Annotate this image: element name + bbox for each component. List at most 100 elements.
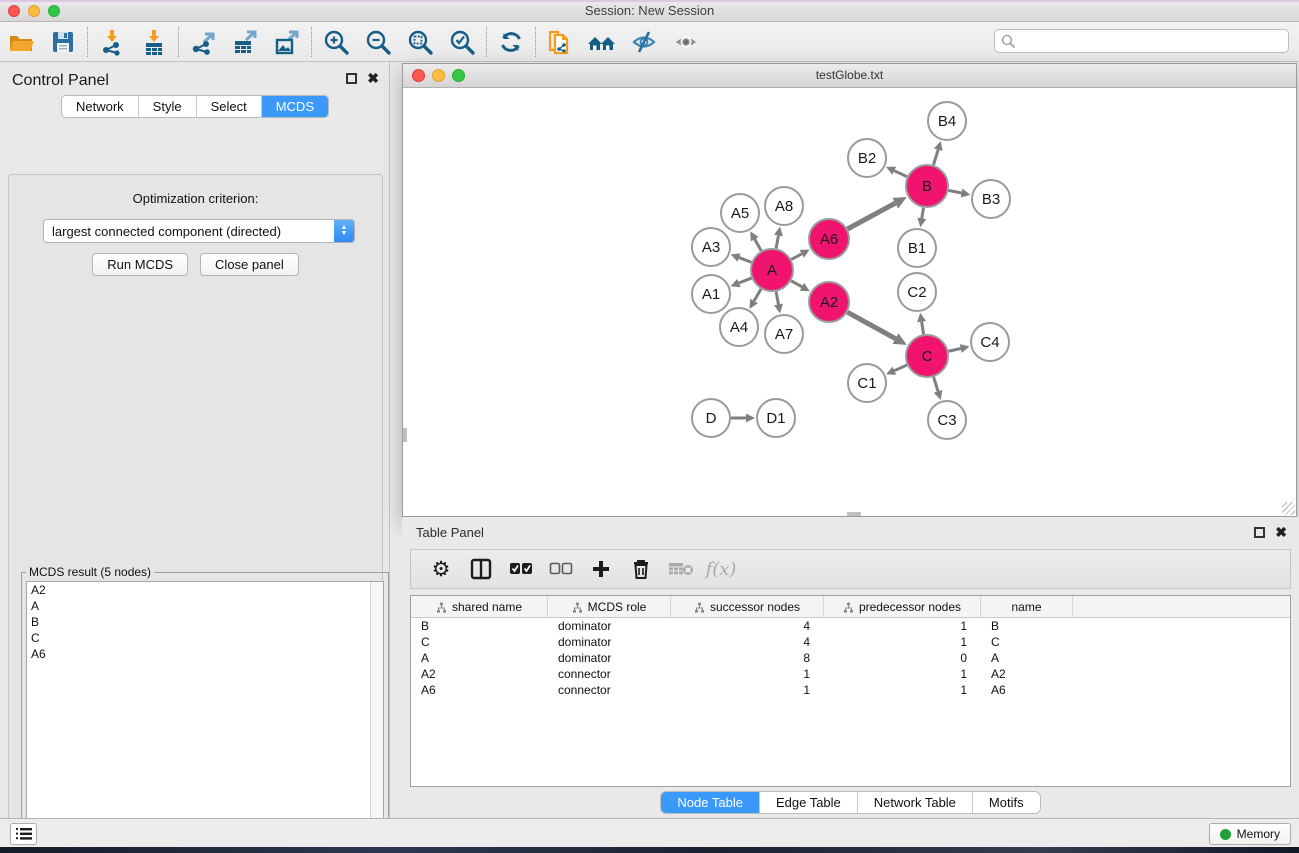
function-builder-button[interactable]: f(x) bbox=[703, 553, 739, 585]
split-columns-button[interactable] bbox=[463, 553, 499, 585]
edge-B-B4[interactable] bbox=[933, 150, 938, 165]
tab-network-table[interactable]: Network Table bbox=[858, 792, 973, 813]
search-input[interactable] bbox=[1016, 34, 1288, 48]
table-cell[interactable]: 1 bbox=[671, 682, 824, 698]
deselect-all-button[interactable] bbox=[543, 553, 579, 585]
tab-style[interactable]: Style bbox=[139, 96, 197, 117]
table-cell[interactable]: 1 bbox=[824, 618, 981, 634]
table-cell[interactable]: C bbox=[981, 634, 1073, 650]
table-cell[interactable]: 1 bbox=[824, 666, 981, 682]
table-row[interactable]: A6connector11A6 bbox=[411, 682, 1290, 698]
zoom-selected-button[interactable] bbox=[441, 25, 483, 59]
delete-table-button[interactable] bbox=[663, 553, 699, 585]
tab-select[interactable]: Select bbox=[197, 96, 262, 117]
table-cell[interactable]: dominator bbox=[548, 618, 671, 634]
edge-C-C2[interactable] bbox=[922, 322, 924, 335]
mcds-result-list[interactable]: A2ABCA6 bbox=[26, 581, 384, 853]
export-table-button[interactable] bbox=[224, 25, 266, 59]
table-cell[interactable]: dominator bbox=[548, 634, 671, 650]
column-header-predecessor-nodes[interactable]: predecessor nodes bbox=[824, 596, 981, 618]
edge-A-A3[interactable] bbox=[739, 258, 751, 263]
export-network-button[interactable] bbox=[182, 25, 224, 59]
close-window-button[interactable] bbox=[8, 5, 20, 17]
edge-A-A8[interactable] bbox=[776, 235, 778, 248]
close-panel-icon[interactable]: ✖ bbox=[367, 73, 379, 84]
toolbar-search[interactable] bbox=[994, 29, 1289, 53]
tab-mcds[interactable]: MCDS bbox=[262, 96, 328, 117]
maximize-window-button[interactable] bbox=[48, 5, 60, 17]
edge-A-A5[interactable] bbox=[755, 239, 762, 251]
tab-node-table[interactable]: Node Table bbox=[661, 792, 760, 813]
table-cell[interactable]: connector bbox=[548, 682, 671, 698]
edge-A-A4[interactable] bbox=[754, 289, 761, 301]
maximize-network-window-button[interactable] bbox=[452, 69, 465, 82]
edge-A6-B[interactable] bbox=[847, 203, 895, 229]
minimize-network-window-button[interactable] bbox=[432, 69, 445, 82]
edge-A-A7[interactable] bbox=[776, 292, 778, 305]
table-cell[interactable]: A6 bbox=[411, 682, 548, 698]
table-row[interactable]: Cdominator41C bbox=[411, 634, 1290, 650]
run-mcds-button[interactable]: Run MCDS bbox=[92, 253, 188, 276]
delete-row-button[interactable] bbox=[623, 553, 659, 585]
close-panel-button[interactable]: Close panel bbox=[200, 253, 299, 276]
mcds-result-item[interactable]: C bbox=[27, 630, 383, 646]
table-settings-button[interactable]: ⚙ bbox=[423, 553, 459, 585]
mcds-result-item[interactable]: A bbox=[27, 598, 383, 614]
select-all-button[interactable] bbox=[503, 553, 539, 585]
table-cell[interactable]: 0 bbox=[824, 650, 981, 666]
show-panels-button[interactable] bbox=[665, 25, 707, 59]
edge-B-B3[interactable] bbox=[949, 190, 962, 193]
zoom-in-button[interactable] bbox=[315, 25, 357, 59]
add-row-button[interactable] bbox=[583, 553, 619, 585]
mcds-result-item[interactable]: A6 bbox=[27, 646, 383, 662]
network-window-titlebar[interactable]: testGlobe.txt bbox=[403, 64, 1296, 88]
edge-A-A1[interactable] bbox=[739, 278, 752, 283]
network-canvas[interactable]: A5A8A3A1A4A7AA6A2B2B4BB3B1C2C4CC1C3DD1 bbox=[403, 88, 1296, 516]
optimization-criterion-dropdown[interactable]: largest connected component (directed) ▲… bbox=[43, 219, 355, 243]
column-header-MCDS-role[interactable]: MCDS role bbox=[548, 596, 671, 618]
table-cell[interactable]: A6 bbox=[981, 682, 1073, 698]
table-cell[interactable]: A2 bbox=[981, 666, 1073, 682]
open-session-button[interactable] bbox=[0, 25, 42, 59]
edge-A2-C[interactable] bbox=[847, 312, 895, 338]
vertical-scrollbar-thumb[interactable] bbox=[403, 428, 407, 442]
minimize-window-button[interactable] bbox=[28, 5, 40, 17]
table-cell[interactable]: connector bbox=[548, 666, 671, 682]
table-cell[interactable]: C bbox=[411, 634, 548, 650]
edge-C-C3[interactable] bbox=[934, 377, 938, 391]
table-cell[interactable]: dominator bbox=[548, 650, 671, 666]
refresh-button[interactable] bbox=[490, 25, 532, 59]
import-table-button[interactable] bbox=[133, 25, 175, 59]
edge-C-C1[interactable] bbox=[894, 365, 907, 371]
table-row[interactable]: Bdominator41B bbox=[411, 618, 1290, 634]
table-cell[interactable]: 1 bbox=[824, 634, 981, 650]
table-cell[interactable]: 8 bbox=[671, 650, 824, 666]
table-cell[interactable]: A2 bbox=[411, 666, 548, 682]
save-session-button[interactable] bbox=[42, 25, 84, 59]
import-network-button[interactable] bbox=[91, 25, 133, 59]
column-header-shared-name[interactable]: shared name bbox=[411, 596, 548, 618]
edge-A-A2[interactable] bbox=[791, 281, 802, 287]
tab-network[interactable]: Network bbox=[62, 96, 139, 117]
edge-C-C4[interactable] bbox=[948, 349, 960, 352]
float-panel-icon[interactable] bbox=[346, 73, 357, 84]
table-cell[interactable]: 1 bbox=[671, 666, 824, 682]
tab-motifs[interactable]: Motifs bbox=[973, 792, 1040, 813]
close-table-panel-icon[interactable]: ✖ bbox=[1275, 527, 1287, 538]
export-image-button[interactable] bbox=[266, 25, 308, 59]
mcds-result-item[interactable]: A2 bbox=[27, 582, 383, 598]
close-network-window-button[interactable] bbox=[412, 69, 425, 82]
hide-panels-button[interactable] bbox=[623, 25, 665, 59]
table-row[interactable]: A2connector11A2 bbox=[411, 666, 1290, 682]
table-cell[interactable]: 4 bbox=[671, 634, 824, 650]
mcds-result-scrollbar[interactable] bbox=[370, 582, 383, 853]
table-cell[interactable]: B bbox=[411, 618, 548, 634]
zoom-out-button[interactable] bbox=[357, 25, 399, 59]
tab-edge-table[interactable]: Edge Table bbox=[760, 792, 858, 813]
table-row[interactable]: Adominator80A bbox=[411, 650, 1290, 666]
table-cell[interactable]: 4 bbox=[671, 618, 824, 634]
table-cell[interactable]: 1 bbox=[824, 682, 981, 698]
table-cell[interactable]: A bbox=[981, 650, 1073, 666]
mcds-result-item[interactable]: B bbox=[27, 614, 383, 630]
memory-button[interactable]: Memory bbox=[1209, 823, 1291, 845]
